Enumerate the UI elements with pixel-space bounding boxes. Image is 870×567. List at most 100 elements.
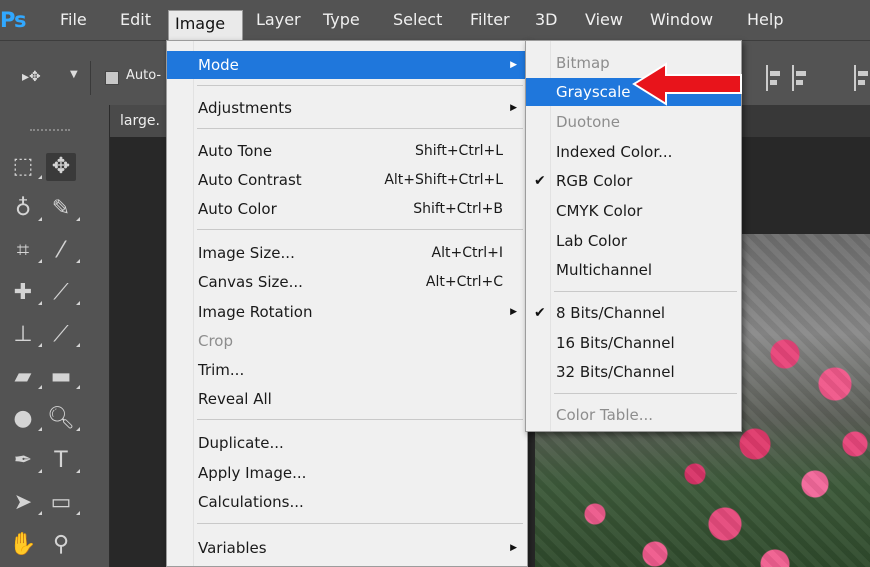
healing-brush-tool-icon[interactable]: ✚ xyxy=(8,279,42,307)
menu-item-auto-contrast[interactable]: Auto Contrast Alt+Shift+Ctrl+L xyxy=(167,166,527,194)
submenu-arrow-icon: ▶ xyxy=(510,60,517,70)
pen-tool-icon[interactable]: ✒ xyxy=(8,447,42,475)
auto-select-checkbox[interactable] xyxy=(105,71,119,85)
menu-item-canvas-size[interactable]: Canvas Size... Alt+Ctrl+C xyxy=(167,268,527,296)
menu-shortcut: Alt+Shift+Ctrl+L xyxy=(384,172,503,188)
align-buttons xyxy=(760,65,870,93)
menu-item-apply-image[interactable]: Apply Image... xyxy=(167,459,527,487)
menu-bar: Ps File Edit Image Layer Type Select Fil… xyxy=(0,0,870,40)
zoom-tool-icon[interactable]: ⚲ xyxy=(46,531,76,559)
photoshop-window: Ps File Edit Image Layer Type Select Fil… xyxy=(0,0,870,567)
mode-item-lab-color[interactable]: Lab Color xyxy=(526,227,741,255)
menu-type[interactable]: Type xyxy=(323,0,360,40)
history-brush-tool-icon[interactable]: ⟋ xyxy=(46,321,80,349)
menu-3d[interactable]: 3D xyxy=(535,0,558,40)
menu-item-label: Lab Color xyxy=(556,232,628,250)
marquee-tool-icon[interactable]: ⬚ xyxy=(8,153,42,181)
move-tool-icon[interactable]: ✥ xyxy=(46,153,76,181)
toolbox: ⬚ ✥ ♁ ✎ ⌗ ⁄ ✚ ⟋ ⊥ ⟋ ▰ ▬ ● 🔍︎ ✒ T ➤ ▭ ✋ ⚲ xyxy=(0,105,110,567)
menu-item-label: 8 Bits/Channel xyxy=(556,304,666,322)
blur-tool-icon[interactable]: ● xyxy=(8,405,42,433)
menu-shortcut: Shift+Ctrl+L xyxy=(415,143,503,159)
menu-item-label: Canvas Size... xyxy=(198,273,303,291)
menu-divider xyxy=(197,229,523,230)
image-menu-dropdown: Mode ▶ Adjustments ▶ Auto Tone Shift+Ctr… xyxy=(166,40,528,567)
menu-help[interactable]: Help xyxy=(747,0,783,40)
menu-item-label: Duotone xyxy=(556,113,621,131)
menu-item-auto-color[interactable]: Auto Color Shift+Ctrl+B xyxy=(167,195,527,223)
mode-item-32-bits[interactable]: 32 Bits/Channel xyxy=(526,358,741,386)
menu-item-label: Grayscale xyxy=(556,83,631,101)
red-arrow-shape xyxy=(632,62,742,106)
menu-layer[interactable]: Layer xyxy=(256,0,301,40)
align-left-icon[interactable] xyxy=(766,65,782,91)
red-arrow-annotation xyxy=(632,62,742,106)
menu-select[interactable]: Select xyxy=(393,0,442,40)
menu-item-crop: Crop xyxy=(167,327,527,355)
align-center-icon[interactable] xyxy=(792,65,808,91)
menu-item-label: Reveal All xyxy=(198,390,272,408)
brush-tool-icon[interactable]: ⟋ xyxy=(46,279,80,307)
mode-item-rgb-color[interactable]: ✔ RGB Color xyxy=(526,167,741,195)
mode-item-8-bits[interactable]: ✔ 8 Bits/Channel xyxy=(526,299,741,327)
mode-item-multichannel[interactable]: Multichannel xyxy=(526,256,741,284)
menu-item-mode[interactable]: Mode ▶ xyxy=(167,51,527,79)
menu-item-reveal-all[interactable]: Reveal All xyxy=(167,385,527,413)
menu-image[interactable]: Image xyxy=(168,10,243,40)
mode-item-16-bits[interactable]: 16 Bits/Channel xyxy=(526,329,741,357)
rectangle-tool-icon[interactable]: ▭ xyxy=(46,489,80,517)
gradient-tool-icon[interactable]: ▬ xyxy=(46,363,80,391)
chevron-down-icon[interactable]: ▼ xyxy=(70,69,78,80)
menu-item-variables[interactable]: Variables ▶ xyxy=(167,534,527,562)
mode-item-indexed-color[interactable]: Indexed Color... xyxy=(526,138,741,166)
quick-selection-tool-icon[interactable]: ✎ xyxy=(46,195,80,223)
distribute-icon[interactable] xyxy=(854,65,870,91)
menu-item-label: Image Rotation xyxy=(198,303,313,321)
menu-divider xyxy=(197,523,523,524)
move-tool-preset-icon[interactable]: ▸✥ xyxy=(22,69,41,85)
eraser-tool-icon[interactable]: ▰ xyxy=(8,363,42,391)
menu-item-auto-tone[interactable]: Auto Tone Shift+Ctrl+L xyxy=(167,137,527,165)
menu-shortcut: Alt+Ctrl+I xyxy=(431,245,503,261)
menu-item-label: Variables xyxy=(198,539,267,557)
menu-file[interactable]: File xyxy=(60,0,87,40)
menu-item-label: Auto Contrast xyxy=(198,171,302,189)
menu-item-duplicate[interactable]: Duplicate... xyxy=(167,429,527,457)
menu-item-calculations[interactable]: Calculations... xyxy=(167,488,527,516)
clone-stamp-tool-icon[interactable]: ⊥ xyxy=(8,321,42,349)
menu-item-label: Apply Image... xyxy=(198,464,307,482)
dodge-tool-icon[interactable]: 🔍︎ xyxy=(46,405,80,433)
menu-item-label: Auto Tone xyxy=(198,142,273,160)
menu-item-label: Adjustments xyxy=(198,99,292,117)
menu-divider xyxy=(554,393,737,394)
menu-item-label: Auto Color xyxy=(198,200,277,218)
crop-tool-icon[interactable]: ⌗ xyxy=(8,237,42,265)
menu-item-label: Bitmap xyxy=(556,54,610,72)
menu-shortcut: Alt+Ctrl+C xyxy=(425,274,503,290)
type-tool-icon[interactable]: T xyxy=(46,447,80,475)
document-tab[interactable]: large. xyxy=(110,105,170,137)
menu-item-label: CMYK Color xyxy=(556,202,643,220)
mode-item-cmyk-color[interactable]: CMYK Color xyxy=(526,197,741,225)
menu-view[interactable]: View xyxy=(585,0,623,40)
menu-filter[interactable]: Filter xyxy=(470,0,510,40)
menu-window[interactable]: Window xyxy=(650,0,713,40)
menu-item-label: Color Table... xyxy=(556,406,654,424)
mode-item-duotone: Duotone xyxy=(526,108,741,136)
menu-item-image-rotation[interactable]: Image Rotation ▶ xyxy=(167,298,527,326)
toolbox-grip[interactable] xyxy=(30,129,70,131)
path-selection-tool-icon[interactable]: ➤ xyxy=(8,489,42,517)
menu-edit[interactable]: Edit xyxy=(120,0,151,40)
submenu-arrow-icon: ▶ xyxy=(510,103,517,113)
checkmark-icon: ✔ xyxy=(534,305,546,321)
menu-item-image-size[interactable]: Image Size... Alt+Ctrl+I xyxy=(167,239,527,267)
menu-item-adjustments[interactable]: Adjustments ▶ xyxy=(167,94,527,122)
menu-item-label: Trim... xyxy=(198,361,245,379)
options-divider xyxy=(90,61,91,95)
eyedropper-tool-icon[interactable]: ⁄ xyxy=(46,237,80,265)
submenu-arrow-icon: ▶ xyxy=(510,543,517,553)
menu-divider xyxy=(197,85,523,86)
hand-tool-icon[interactable]: ✋ xyxy=(8,531,38,559)
lasso-tool-icon[interactable]: ♁ xyxy=(8,195,42,223)
menu-item-trim[interactable]: Trim... xyxy=(167,356,527,384)
